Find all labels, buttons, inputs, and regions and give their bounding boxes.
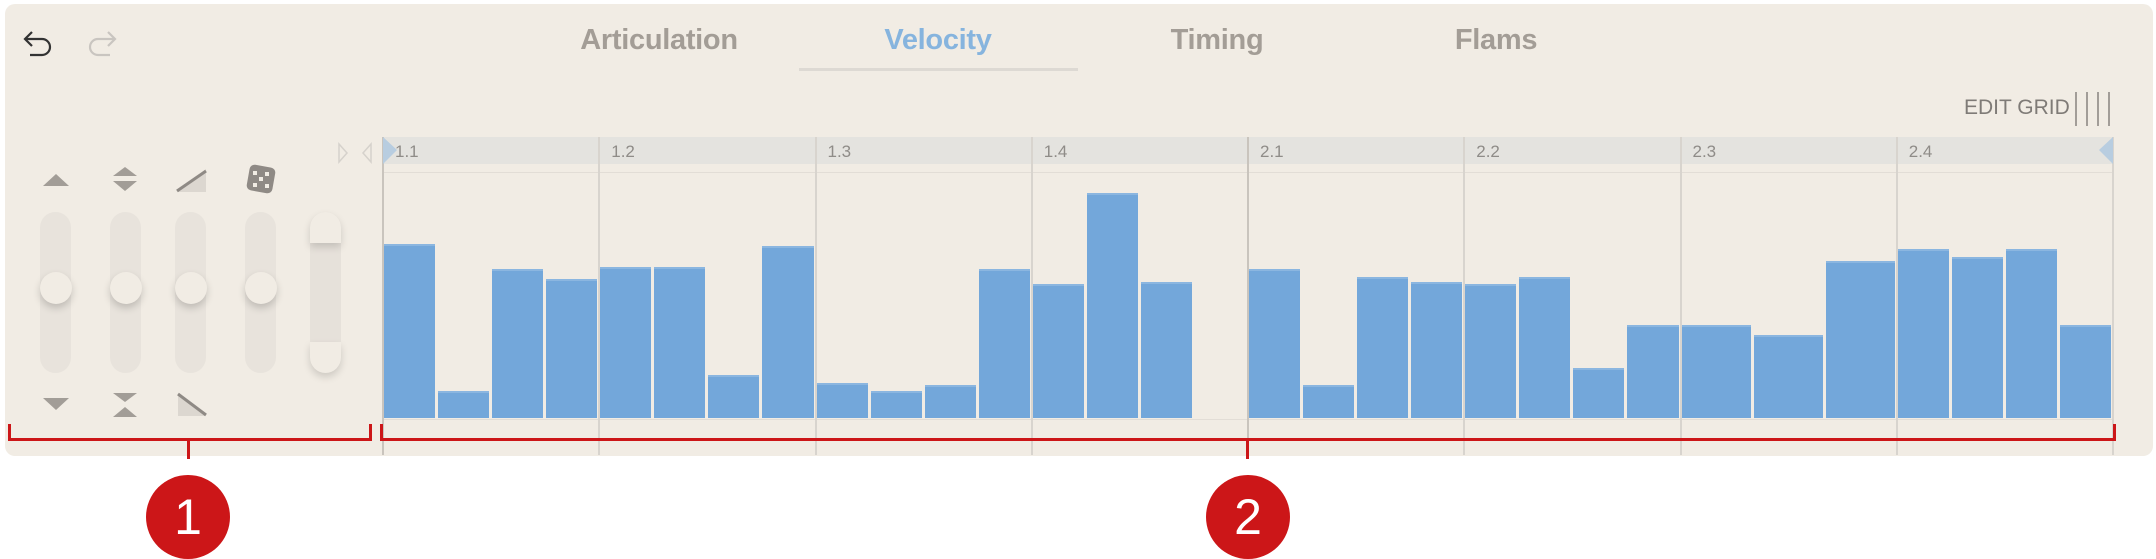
tab-articulation[interactable]: Articulation [580, 24, 738, 57]
velocity-bar[interactable] [546, 278, 598, 418]
velocity-bar[interactable] [1951, 257, 2003, 418]
annotation-bracket-end [2113, 424, 2116, 441]
velocity-bar[interactable] [1032, 284, 1084, 418]
velocity-bar[interactable] [2059, 325, 2111, 418]
velocity-bar[interactable] [1681, 325, 1751, 418]
dice-randomize-icon[interactable] [244, 162, 278, 196]
velocity-bar[interactable] [1249, 268, 1301, 418]
slider-knob[interactable] [110, 272, 142, 304]
velocity-bar[interactable] [1825, 261, 1895, 418]
velocity-bar[interactable] [1411, 282, 1463, 418]
range-low-handle[interactable] [310, 342, 341, 373]
velocity-bar[interactable] [1627, 325, 1679, 418]
ruler-label: 2.1 [1260, 142, 1284, 161]
tab-timing[interactable]: Timing [1171, 24, 1264, 57]
slider-knob[interactable] [40, 272, 72, 304]
slider-knob[interactable] [245, 272, 277, 304]
tab-flams[interactable]: Flams [1455, 24, 1538, 57]
velocity-bar[interactable] [978, 268, 1030, 418]
ruler-label: 1.2 [611, 142, 635, 161]
redo-arrow-icon[interactable] [84, 28, 118, 62]
velocity-bar[interactable] [1519, 276, 1571, 418]
velocity-bar[interactable] [2005, 249, 2057, 418]
velocity-bar[interactable] [384, 243, 436, 418]
undo-arrow-icon[interactable] [22, 28, 56, 62]
velocity-bar[interactable] [870, 390, 922, 418]
velocity-bar[interactable] [1573, 367, 1625, 418]
velocity-bar[interactable] [1140, 282, 1192, 418]
beat-gridline [2112, 137, 2114, 455]
annotation-callout-2: 2 [1206, 475, 1290, 559]
annotation-pointer [1246, 441, 1249, 459]
tab-velocity[interactable]: Velocity [884, 24, 992, 57]
ruler-label: 1.3 [827, 142, 852, 161]
ramp-up-icon[interactable] [175, 166, 207, 194]
velocity-bar[interactable] [762, 245, 814, 418]
edit-grid-button[interactable]: EDIT GRID [1964, 96, 2070, 120]
annotation-bracket-1 [8, 438, 372, 441]
velocity-bar[interactable] [1086, 193, 1138, 418]
velocity-compress-slider[interactable] [110, 212, 142, 373]
ruler-label: 2.3 [1692, 142, 1717, 161]
velocity-bar[interactable] [1753, 334, 1823, 418]
slider-knob[interactable] [175, 272, 207, 304]
velocity-randomize-slider[interactable] [245, 212, 277, 373]
ruler-label: 2.4 [1908, 142, 1933, 161]
grid-lines-icon[interactable] [2075, 92, 2111, 126]
velocity-ramp-slider[interactable] [175, 212, 207, 373]
ruler-label: 2.2 [1476, 142, 1500, 161]
loop-end-marker[interactable] [2097, 137, 2113, 164]
velocity-bar[interactable] [1357, 276, 1409, 418]
raise-triangle-icon[interactable] [42, 172, 70, 188]
velocity-bar[interactable] [1897, 249, 1949, 418]
velocity-bar[interactable] [654, 266, 706, 418]
velocity-bar[interactable] [1465, 284, 1517, 418]
annotation-callout-1: 1 [146, 475, 230, 559]
velocity-bar[interactable] [816, 383, 868, 418]
velocity-range-slider[interactable] [310, 212, 341, 373]
lower-triangle-icon[interactable] [42, 396, 70, 412]
velocity-bar[interactable] [708, 375, 760, 418]
annotation-bracket-end [369, 424, 372, 441]
loop-start-marker[interactable] [383, 137, 399, 164]
velocity-bar[interactable] [924, 385, 976, 418]
ramp-down-icon[interactable] [175, 392, 207, 418]
compress-icon[interactable] [111, 392, 139, 418]
ruler-label: 1.4 [1043, 142, 1068, 161]
loop-nudge-icons[interactable] [337, 142, 377, 164]
velocity-bar[interactable] [600, 266, 652, 418]
annotation-bracket-end [380, 424, 383, 441]
range-high-handle[interactable] [310, 212, 341, 243]
velocity-bar[interactable] [1303, 385, 1355, 418]
annotation-pointer [187, 441, 190, 459]
velocity-bar[interactable] [438, 390, 490, 418]
velocity-bar[interactable] [492, 268, 544, 418]
velocity-raise-slider[interactable] [40, 212, 72, 373]
active-tab-indicator [799, 68, 1078, 71]
annotation-bracket-end [8, 424, 11, 441]
expand-icon[interactable] [111, 166, 139, 194]
